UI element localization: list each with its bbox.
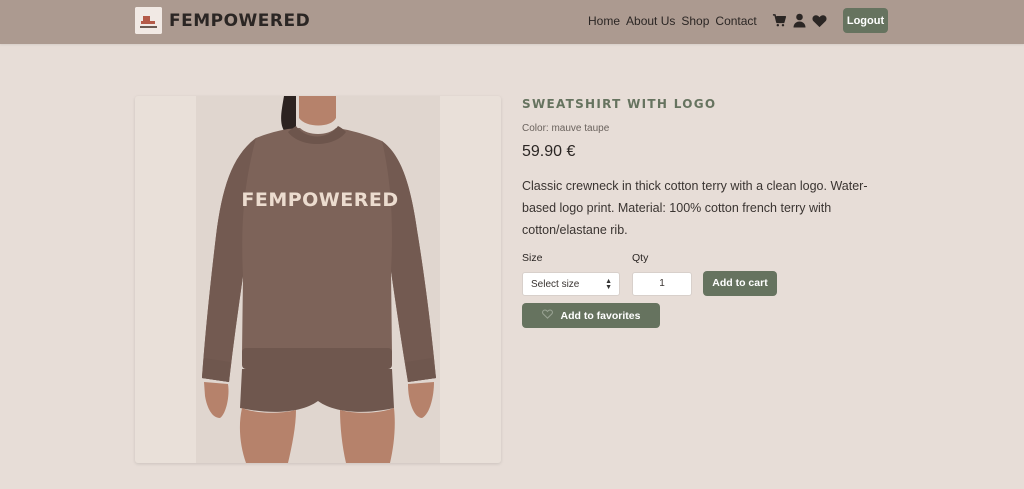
logout-button[interactable]: Logout [843,8,888,33]
cart-icon[interactable] [772,13,787,28]
product-image-card: FEMPOWERED [135,96,501,463]
nav-home[interactable]: Home [588,14,620,28]
add-to-favorites-button[interactable]: Add to favorites [522,303,660,328]
main-nav: Home About Us Shop Contact [588,14,757,28]
nav-icons [772,13,827,28]
product-price: 59.90 € [522,143,576,160]
size-select[interactable]: Select size ▲ ▼ [522,272,620,296]
heart-outline-icon [541,309,553,322]
product-photo: FEMPOWERED [196,96,440,463]
quantity-input[interactable]: 1 [632,272,692,296]
add-to-favorites-label: Add to favorites [560,309,641,322]
qty-label: Qty [632,252,649,264]
brand[interactable]: FEMPOWERED [135,7,310,34]
nav-contact[interactable]: Contact [715,14,756,28]
user-icon[interactable] [793,13,806,28]
size-label: Size [522,252,543,264]
brand-name: FEMPOWERED [169,10,311,31]
select-arrows-icon: ▲ ▼ [605,278,612,291]
top-navbar: FEMPOWERED Home About Us Shop Contact Lo… [0,0,1024,44]
product-color: Color: mauve taupe [522,123,610,134]
nav-about-us[interactable]: About Us [626,14,675,28]
size-select-value: Select size [531,278,580,290]
nav-shop[interactable]: Shop [681,14,709,28]
product-description: Classic crewneck in thick cotton terry w… [522,179,868,237]
brand-logo-icon [135,7,162,34]
sweatshirt-print-text: FEMPOWERED [241,189,398,211]
product-title: SWEATSHIRT WITH LOGO [522,97,717,111]
add-to-cart-button[interactable]: Add to cart [703,271,777,296]
heart-icon[interactable] [812,14,827,28]
